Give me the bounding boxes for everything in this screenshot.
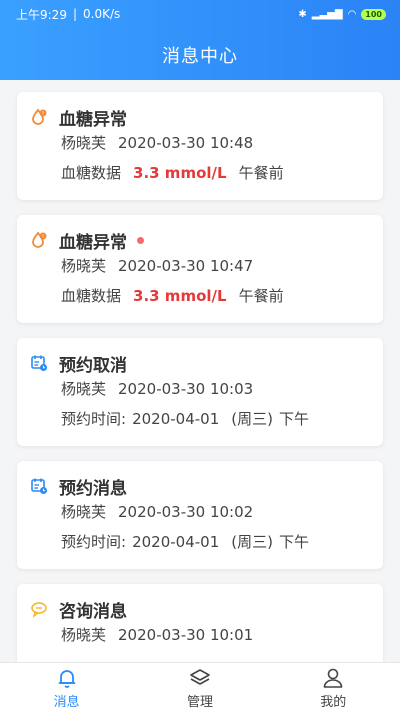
appointment-period: 下午 xyxy=(278,410,309,428)
message-meta: 杨晓芙 2020-03-30 10:01 xyxy=(61,620,369,650)
message-meta: 杨晓芙 2020-03-30 10:48 xyxy=(61,128,369,158)
unread-dot xyxy=(137,236,144,244)
blood-drop-alert-icon: ! xyxy=(29,230,49,250)
status-divider: | xyxy=(72,7,77,21)
message-meta: 杨晓芙 2020-03-30 10:02 xyxy=(61,497,369,527)
detail-label: 血糖数据 xyxy=(61,164,122,182)
tab-label: 我的 xyxy=(320,694,347,710)
meal-time: 午餐前 xyxy=(238,164,284,182)
message-detail: 预约时间: 2020-04-01 (周三) 下午 xyxy=(61,527,369,557)
bell-icon xyxy=(58,669,76,688)
status-bar: 上午9:29 | 0.0K/s ✱ ▂▃▅▇ ◠ 100 xyxy=(0,0,400,28)
detail-label: 预约时间: xyxy=(61,533,127,551)
blood-sugar-value: 3.3 mmol/L xyxy=(133,287,227,305)
detail-label: 预约时间: xyxy=(61,410,127,428)
message-meta: 杨晓芙 2020-03-30 10:03 xyxy=(61,374,369,404)
wifi-icon: ◠ xyxy=(347,8,357,20)
appointment-date: 2020-04-01 xyxy=(132,533,220,551)
layers-icon xyxy=(190,668,210,685)
status-time: 上午9:29 xyxy=(16,7,67,22)
message-detail: 预约时间: 2020-04-01 (周三) 下午 xyxy=(61,404,369,434)
signal-icon: ▂▃▅▇ xyxy=(311,8,343,20)
appointment-period: 下午 xyxy=(278,533,309,551)
tab-label: 消息 xyxy=(53,694,80,710)
message-card-blood-sugar[interactable]: ! 血糖异常 杨晓芙 2020-03-30 10:48 血糖数据 3.3 mmol/… xyxy=(17,92,383,200)
message-datetime: 2020-03-30 10:47 xyxy=(118,257,254,275)
appointment-weekday: (周三) xyxy=(231,410,273,428)
message-meta: 杨晓芙 2020-03-30 10:47 xyxy=(61,251,369,281)
message-title: 血糖异常 xyxy=(59,232,127,253)
calendar-clock-icon xyxy=(29,476,49,496)
detail-label: 血糖数据 xyxy=(61,287,122,305)
message-card-blood-sugar[interactable]: ! 血糖异常 杨晓芙 2020-03-30 10:47 血糖数据 3.3 mmol/… xyxy=(17,215,383,323)
message-card-appointment[interactable]: 预约取消 杨晓芙 2020-03-30 10:03 预约时间: 2020-04-01… xyxy=(17,338,383,446)
message-title: 预约取消 xyxy=(59,355,127,376)
bluetooth-icon: ✱ xyxy=(298,8,307,20)
meal-time: 午餐前 xyxy=(238,287,284,305)
message-title: 预约消息 xyxy=(59,478,127,499)
message-datetime: 2020-03-30 10:02 xyxy=(118,503,254,521)
chat-bubble-icon xyxy=(29,599,49,619)
message-detail: 血糖数据 3.3 mmol/L 午餐前 xyxy=(61,281,369,311)
bottom-tab-bar: 消息 管理 我的 xyxy=(0,662,400,711)
message-detail: 血糖数据 3.3 mmol/L 午餐前 xyxy=(61,158,369,188)
message-datetime: 2020-03-30 10:01 xyxy=(118,626,254,644)
blood-drop-alert-icon: ! xyxy=(29,107,49,127)
message-user: 杨晓芙 xyxy=(61,257,107,275)
app-header: 上午9:29 | 0.0K/s ✱ ▂▃▅▇ ◠ 100 消息中心 xyxy=(0,0,400,80)
tab-manage[interactable]: 管理 xyxy=(160,665,240,710)
message-datetime: 2020-03-30 10:48 xyxy=(118,134,254,152)
message-card-appointment[interactable]: 预约消息 杨晓芙 2020-03-30 10:02 预约时间: 2020-04-01… xyxy=(17,461,383,569)
message-user: 杨晓芙 xyxy=(61,503,107,521)
message-title: 咨询消息 xyxy=(59,601,127,622)
calendar-clock-icon xyxy=(29,353,49,373)
svg-text:!: ! xyxy=(42,234,44,240)
page-title: 消息中心 xyxy=(162,46,238,67)
tab-label: 管理 xyxy=(186,694,213,710)
message-list: ! 血糖异常 杨晓芙 2020-03-30 10:48 血糖数据 3.3 mmol/… xyxy=(17,92,383,707)
svg-text:!: ! xyxy=(42,111,44,117)
blood-sugar-value: 3.3 mmol/L xyxy=(133,164,227,182)
message-user: 杨晓芙 xyxy=(61,134,107,152)
person-icon xyxy=(324,668,343,688)
tab-messages[interactable]: 消息 xyxy=(27,665,107,710)
status-net-speed: 0.0K/s xyxy=(83,7,121,21)
message-user: 杨晓芙 xyxy=(61,380,107,398)
tab-profile[interactable]: 我的 xyxy=(293,665,373,710)
appointment-date: 2020-04-01 xyxy=(132,410,220,428)
appointment-weekday: (周三) xyxy=(231,533,273,551)
message-title: 血糖异常 xyxy=(59,109,127,130)
message-user: 杨晓芙 xyxy=(61,626,107,644)
battery-icon: 100 xyxy=(361,8,386,20)
message-datetime: 2020-03-30 10:03 xyxy=(118,380,254,398)
